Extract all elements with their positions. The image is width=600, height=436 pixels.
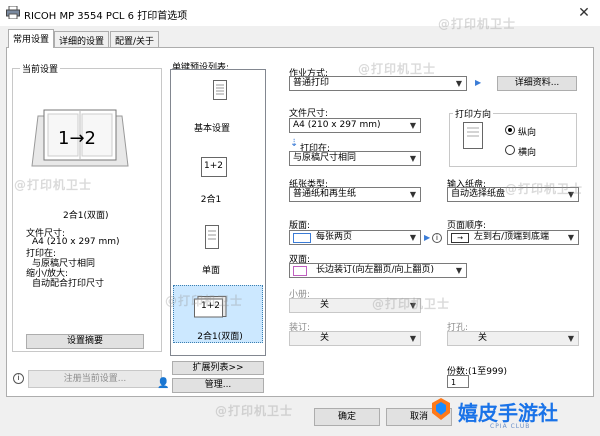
watermark-text: @打印机卫士	[358, 62, 437, 76]
page-order-value: 左到右/顶端到底端	[474, 232, 550, 242]
preview-label: 1→2	[58, 128, 96, 149]
orientation-label: 打印方向	[453, 107, 494, 120]
copies-value: 1	[451, 378, 457, 387]
chevron-down-icon: ▼	[455, 79, 462, 88]
play-arrow-icon: ▶	[424, 233, 431, 242]
punch-value: 关	[478, 333, 488, 343]
page-order-icon: →	[451, 233, 469, 243]
watermark-text: @打印机卫士	[505, 182, 584, 196]
duplex-icon	[293, 266, 307, 276]
page-order-select[interactable]: → 左到右/顶端到底端 ▼	[447, 230, 579, 245]
layout-select[interactable]: 每张两页 ▼	[289, 230, 421, 245]
brand-sub: CPIA CLUB	[490, 423, 531, 430]
portrait-radio[interactable]	[505, 125, 515, 135]
chevron-down-icon: ▼	[409, 190, 416, 199]
register-current-settings-button[interactable]: 注册当前设置...	[28, 370, 162, 388]
single-sided-icon	[205, 225, 219, 249]
brand-name: 嬉皮手游社	[458, 401, 558, 425]
job-type-value: 普通打印	[293, 78, 330, 88]
duplex-value: 长边装订(向左翻页/向上翻页)	[316, 265, 435, 275]
play-arrow-icon: ▶	[475, 78, 482, 87]
tab-detailed[interactable]: 详细的设置	[54, 31, 110, 48]
ok-button[interactable]: 确定	[314, 408, 380, 426]
document-size-value: A4 (210 x 297 mm)	[293, 120, 381, 130]
watermark-text: @打印机卫士	[372, 297, 451, 311]
layout-value: 每张两页	[316, 232, 353, 242]
chevron-down-icon: ▼	[409, 121, 416, 130]
document-icon	[213, 80, 227, 100]
chevron-down-icon: ▼	[567, 334, 574, 343]
watermark-text: @打印机卫士	[14, 178, 93, 192]
copies-input[interactable]: 1	[447, 375, 469, 388]
details-button[interactable]: 详细资料...	[497, 76, 577, 91]
window-title: RICOH MP 3554 PCL 6 打印首选项	[24, 11, 188, 22]
watermark-text: @打印机卫士	[215, 404, 294, 418]
current-settings-label: 当前设置	[20, 62, 61, 75]
punch-select[interactable]: 关 ▼	[447, 331, 579, 346]
settings-line: 自动配合打印尺寸	[32, 279, 105, 289]
chevron-down-icon: ▼	[409, 334, 416, 343]
paper-type-value: 普通纸和再生纸	[293, 189, 357, 199]
info-icon: i	[13, 373, 24, 384]
print-on-value: 与原稿尺寸相同	[293, 153, 357, 163]
portrait-page-icon	[463, 122, 483, 149]
watermark-text: @打印机卫士	[165, 294, 244, 308]
duplex-select[interactable]: 长边装订(向左翻页/向上翻页) ▼	[289, 263, 467, 278]
print-on-select[interactable]: 与原稿尺寸相同 ▼	[289, 151, 421, 166]
expand-list-button[interactable]: 扩展列表>>	[172, 361, 264, 375]
portrait-label: 纵向	[518, 128, 537, 138]
landscape-radio[interactable]	[505, 145, 515, 155]
tab-config[interactable]: 配置/关于	[110, 31, 160, 48]
tab-general[interactable]: 常用设置	[8, 29, 55, 48]
close-icon[interactable]: ✕	[574, 4, 594, 22]
input-tray-value: 自动选择纸盘	[451, 189, 506, 199]
staple-select[interactable]: 关 ▼	[289, 331, 421, 346]
printer-icon	[6, 6, 20, 19]
list-item-label: 2合1	[200, 195, 222, 205]
preview-caption: 2合1(双面)	[63, 211, 109, 221]
paper-type-select[interactable]: 普通纸和再生纸 ▼	[289, 187, 421, 202]
brand-logo-icon	[432, 398, 450, 420]
user-icon: 👤	[157, 378, 170, 389]
job-type-select[interactable]: 普通打印 ▼	[289, 76, 467, 91]
settings-summary-button[interactable]: 设置摘要	[26, 334, 144, 349]
chevron-down-icon: ▼	[409, 154, 416, 163]
staple-value: 关	[320, 333, 330, 343]
down-arrow-icon: ⇣	[290, 138, 299, 149]
manage-button[interactable]: 管理...	[172, 378, 264, 393]
list-item-label: 基本设置	[193, 124, 230, 134]
landscape-label: 横向	[518, 148, 537, 158]
list-item-label: 单面	[201, 266, 220, 276]
chevron-down-icon: ▼	[409, 233, 416, 242]
watermark-text: @打印机卫士	[438, 17, 517, 31]
chevron-down-icon: ▼	[455, 266, 462, 275]
document-size-select[interactable]: A4 (210 x 297 mm) ▼	[289, 118, 421, 133]
info-icon: i	[432, 233, 442, 243]
list-item-label: 2合1(双面)	[197, 332, 243, 342]
booklet-value: 关	[320, 300, 330, 310]
two-in-one-text: 1+2	[204, 161, 223, 171]
chevron-down-icon: ▼	[567, 233, 574, 242]
one-click-preset-list[interactable]: 基本设置 1+2 2合1 单面 1+2 2合1(双面)	[170, 69, 266, 356]
two-page-layout-icon	[293, 233, 311, 243]
